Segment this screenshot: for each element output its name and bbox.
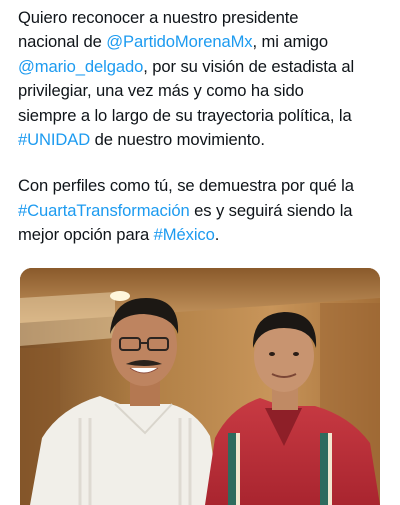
tweet-paragraph-2: Con perfiles como tú, se demuestra por q… [18,174,388,247]
text-segment: mejor opción para [18,225,154,245]
text-line: Con perfiles como tú, se demuestra por q… [18,176,354,196]
text-line: nacional de @PartidoMorenaMx, mi amigo [18,30,388,54]
hashtag-unidad-link[interactable]: #UNIDAD [18,130,90,149]
text-segment: , mi amigo [252,32,329,52]
tweet-photo[interactable] [20,268,380,505]
text-segment: es y seguirá siendo la [189,200,353,220]
text-line: #CuartaTransformación es y seguirá siend… [18,199,388,223]
text-line: @mario_delgado, por su visión de estadis… [18,55,388,79]
text-line: #UNIDAD de nuestro movimiento. [18,128,388,152]
mention-partidomorenamx-link[interactable]: @PartidoMorenaMx [106,32,252,51]
photo-two-men-illustration [20,268,380,505]
text-segment: nacional de [18,32,107,52]
hashtag-cuartatransformacion-link[interactable]: #CuartaTransformación [18,201,190,220]
hashtag-mexico-link[interactable]: #México [154,225,215,244]
text-segment: , por su visión de estadista al [143,56,355,76]
tweet-card: Quiero reconocer a nuestro presidente na… [0,0,400,505]
text-line: siempre a lo largo de su trayectoria pol… [18,105,352,125]
tweet-text: Quiero reconocer a nuestro presidente na… [18,6,388,248]
text-segment: . [214,225,220,245]
tweet-paragraph-1: Quiero reconocer a nuestro presidente na… [18,6,388,152]
text-segment: de nuestro movimiento. [90,130,265,150]
mention-mario-delgado-link[interactable]: @mario_delgado [18,57,143,76]
text-line: privilegiar, una vez más y como ha sido [18,81,304,101]
text-line: mejor opción para #México. [18,223,388,247]
text-line: Quiero reconocer a nuestro presidente [18,8,299,27]
